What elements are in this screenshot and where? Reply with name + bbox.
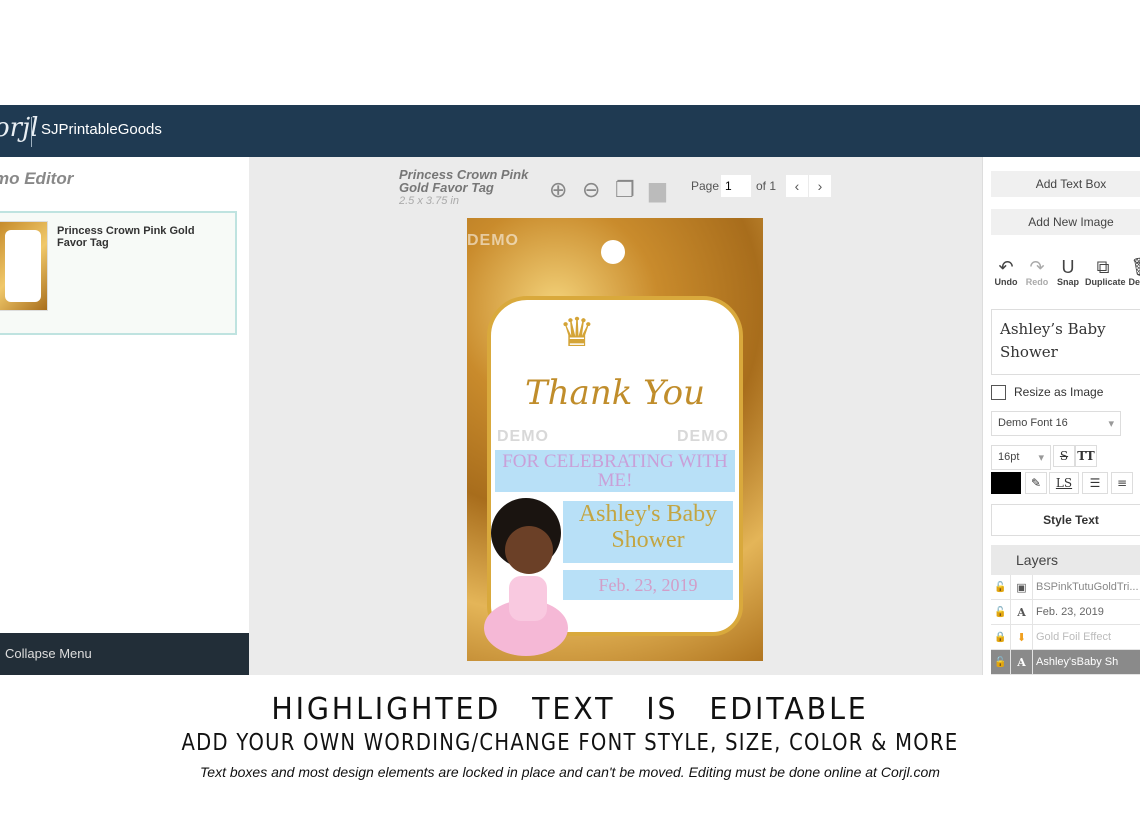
- crown-image: ♛: [559, 311, 595, 355]
- page-count: of 1: [756, 179, 777, 193]
- document-title: Princess Crown Pink Gold Favor Tag: [399, 167, 529, 195]
- letter-spacing-button[interactable]: LS: [1049, 472, 1079, 494]
- layers-header[interactable]: Layers: [991, 545, 1140, 575]
- undo-button[interactable]: ↶ Undo: [989, 257, 1023, 287]
- color-swatch[interactable]: [991, 472, 1021, 494]
- top-navbar: orjl SJPrintableGoods: [0, 105, 1140, 157]
- style-text-dropdown[interactable]: Style Text: [991, 504, 1140, 536]
- prev-page-button[interactable]: ‹: [786, 175, 808, 197]
- template-title: Princess Crown Pink Gold Favor Tag: [57, 225, 195, 249]
- panel-title: mo Editor: [0, 169, 74, 188]
- align-left-icon[interactable]: ≡: [1111, 472, 1133, 494]
- caption-subheading: ADD YOUR OWN WORDING/CHANGE FONT STYLE, …: [181, 730, 959, 756]
- unlock-icon[interactable]: 🔓: [991, 600, 1011, 625]
- editable-text-name[interactable]: Ashley's Baby Shower: [563, 501, 733, 563]
- watermark: DEMO: [467, 232, 519, 249]
- divider: [31, 117, 32, 147]
- corjl-logo[interactable]: orjl: [0, 113, 38, 143]
- editable-text-date[interactable]: Feb. 23, 2019: [563, 570, 733, 600]
- text-icon: A: [1011, 600, 1033, 625]
- undo-icon: ↶: [998, 257, 1014, 277]
- favor-tag-design: DEMO DEMO DEMO DEMO DEMO ♛ Thank You FOR…: [467, 218, 763, 661]
- magnet-icon: U: [1061, 257, 1075, 277]
- delete-button[interactable]: 🗑Delete: [1125, 257, 1140, 287]
- redo-icon: ↷: [1029, 257, 1045, 277]
- watermark: DEMO: [497, 428, 549, 445]
- font-select[interactable]: Demo Font 16 ▾: [991, 411, 1121, 436]
- zoom-out-icon[interactable]: ⊖: [582, 177, 600, 203]
- layer-item[interactable]: 🔓 A Feb. 23, 2019: [991, 600, 1140, 625]
- page-label: Page: [691, 179, 720, 193]
- copy-page-icon[interactable]: ❐: [615, 177, 635, 203]
- line-height-icon[interactable]: ☰: [1082, 472, 1108, 494]
- document-size: 2.5 x 3.75 in: [399, 195, 459, 207]
- duplicate-icon: ⧉: [1096, 257, 1110, 277]
- canvas-area: Princess Crown Pink Gold Favor Tag 2.5 x…: [249, 157, 982, 675]
- add-new-image-button[interactable]: Add New Image: [991, 209, 1140, 235]
- watermark: DEMO: [677, 310, 729, 327]
- template-thumbnail: [0, 221, 48, 311]
- caption-heading: HIGHLIGHTED TEXT IS EDITABLE: [271, 692, 869, 727]
- caption-note: Text boxes and most design elements are …: [200, 764, 940, 780]
- unlock-icon[interactable]: 🔓: [991, 650, 1011, 675]
- layer-item-selected[interactable]: 🔓 A Ashley'sBaby Sh: [991, 650, 1140, 675]
- duplicate-button[interactable]: ⧉ Duplicate: [1085, 257, 1126, 287]
- zoom-in-icon[interactable]: ⊕: [549, 177, 567, 203]
- brand-name[interactable]: SJPrintableGoods: [41, 121, 162, 138]
- layer-item[interactable]: 🔒 ⬇ Gold Foil Effect: [991, 625, 1140, 650]
- resize-as-image-checkbox[interactable]: [991, 385, 1006, 400]
- text-editor-field[interactable]: Ashley’s Baby Shower: [991, 309, 1140, 375]
- template-card[interactable]: Princess Crown Pink Gold Favor Tag: [0, 211, 237, 335]
- strikethrough-button[interactable]: S: [1053, 445, 1075, 467]
- snap-button[interactable]: U Snap: [1051, 257, 1085, 287]
- delete-page-icon[interactable]: ▆: [649, 177, 666, 203]
- left-panel: mo Editor Princess Crown Pink Gold Favor…: [0, 157, 249, 675]
- font-size-select[interactable]: 16pt ▾: [991, 445, 1051, 470]
- lock-icon[interactable]: 🔒: [991, 625, 1011, 650]
- text-icon: A: [1011, 650, 1033, 675]
- layer-item[interactable]: 🔓 ▣ BSPinkTutuGoldTri...: [991, 575, 1140, 600]
- baby-girl-illustration: [484, 498, 568, 656]
- page-input[interactable]: [721, 175, 751, 197]
- watermark: DEMO: [677, 428, 729, 445]
- image-icon: ▣: [1011, 575, 1033, 600]
- next-page-button[interactable]: ›: [809, 175, 831, 197]
- add-text-box-button[interactable]: Add Text Box: [991, 171, 1140, 197]
- collapse-menu-button[interactable]: Collapse Menu: [0, 633, 249, 675]
- unlock-icon[interactable]: 🔓: [991, 575, 1011, 600]
- eyedropper-icon[interactable]: ✎: [1025, 472, 1047, 494]
- editable-text-celebrating[interactable]: FOR CELEBRATING WITH ME!: [495, 450, 735, 492]
- thank-you-text: Thank You: [524, 373, 705, 413]
- trash-icon: 🗑: [1125, 257, 1140, 277]
- resize-as-image-label: Resize as Image: [1014, 385, 1104, 399]
- download-icon: ⬇: [1011, 625, 1033, 650]
- right-panel: Add Text Box Add New Image ↶ Undo ↷ Redo U…: [982, 157, 1140, 675]
- tag-hole: [601, 240, 625, 264]
- uppercase-button[interactable]: TT: [1075, 445, 1097, 467]
- redo-button[interactable]: ↷ Redo: [1020, 257, 1054, 287]
